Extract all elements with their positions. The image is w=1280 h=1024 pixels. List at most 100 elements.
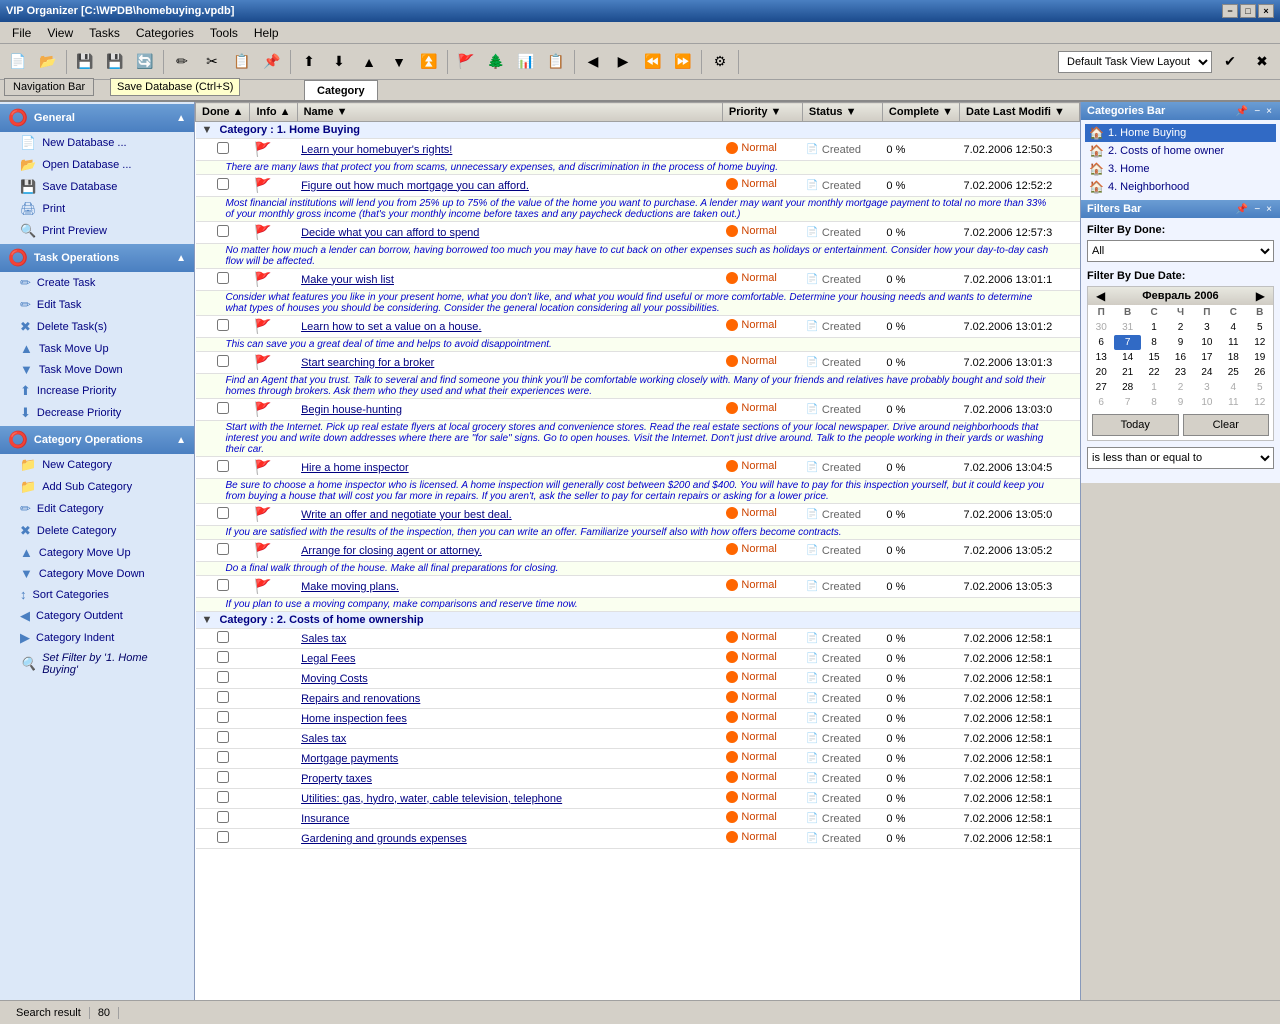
task-done-checkbox[interactable] <box>217 225 229 237</box>
cal-cell[interactable]: 30 <box>1088 320 1114 335</box>
task-row[interactable]: Sales tax Normal 📄 Created 0 % 7.02.2006… <box>196 729 1080 749</box>
sidebar-item-increase-priority[interactable]: ⬆ Increase Priority <box>0 380 194 402</box>
task-done-checkbox[interactable] <box>217 671 229 683</box>
tb-new[interactable]: 📄 <box>4 48 32 76</box>
task-name-link[interactable]: Decide what you can afford to spend <box>301 227 479 239</box>
task-done-checkbox[interactable] <box>217 691 229 703</box>
sidebar-section-cat-ops[interactable]: ⭕ Category Operations ▲ <box>0 426 194 454</box>
task-name-link[interactable]: Make your wish list <box>301 274 394 286</box>
task-row[interactable]: 🚩 Make your wish list Normal 📄 Created 0… <box>196 269 1080 291</box>
cal-cell[interactable]: 2 <box>1167 320 1193 335</box>
col-priority[interactable]: Priority ▼ <box>722 103 802 122</box>
cal-cell[interactable]: 19 <box>1247 350 1273 365</box>
menu-file[interactable]: File <box>4 24 39 42</box>
restore-button[interactable]: □ <box>1240 4 1256 18</box>
cal-cell[interactable]: 1 <box>1141 320 1167 335</box>
layout-select[interactable]: Default Task View Layout <box>1058 51 1212 73</box>
cal-cell[interactable]: 8 <box>1141 335 1167 350</box>
task-row[interactable]: Repairs and renovations Normal 📄 Created… <box>196 689 1080 709</box>
cal-cell-today[interactable]: 7 <box>1114 335 1140 350</box>
cal-cell[interactable]: 25 <box>1220 365 1246 380</box>
task-row[interactable]: Moving Costs Normal 📄 Created 0 % 7.02.2… <box>196 669 1080 689</box>
cal-cell[interactable]: 24 <box>1194 365 1220 380</box>
menu-tasks[interactable]: Tasks <box>81 24 128 42</box>
sidebar-item-delete-tasks[interactable]: ✖ Delete Task(s) <box>0 316 194 338</box>
menu-view[interactable]: View <box>39 24 81 42</box>
cal-cell[interactable]: 12 <box>1247 335 1273 350</box>
cal-cell[interactable]: 12 <box>1247 395 1273 410</box>
cal-cell[interactable]: 16 <box>1167 350 1193 365</box>
sidebar-item-sort-categories[interactable]: ↕ Sort Categories <box>0 584 194 605</box>
cal-cell[interactable]: 5 <box>1247 380 1273 395</box>
category-row-0[interactable]: ▼ Category : 1. Home Buying <box>196 122 1080 139</box>
task-done-checkbox[interactable] <box>217 731 229 743</box>
task-name-link[interactable]: Hire a home inspector <box>301 462 409 474</box>
task-row[interactable]: Property taxes Normal 📄 Created 0 % 7.02… <box>196 769 1080 789</box>
cat-item-4[interactable]: 🏠 4. Neighborhood <box>1085 178 1276 196</box>
cat-ops-toggle[interactable]: ▲ <box>176 435 186 446</box>
sidebar-item-category-indent[interactable]: ▶ Category Indent <box>0 627 194 649</box>
tb-paste[interactable]: 📌 <box>258 48 286 76</box>
cal-cell[interactable]: 10 <box>1194 335 1220 350</box>
task-name-link[interactable]: Learn how to set a value on a house. <box>301 321 481 333</box>
sidebar-item-task-move-up[interactable]: ▲ Task Move Up <box>0 338 194 359</box>
task-name-link[interactable]: Mortgage payments <box>301 753 398 765</box>
col-done[interactable]: Done ▲ <box>196 103 250 122</box>
tb-edit[interactable]: ✏ <box>168 48 196 76</box>
tb-layout-apply[interactable]: ✔ <box>1216 48 1244 76</box>
cal-cell[interactable]: 10 <box>1194 395 1220 410</box>
cal-cell[interactable]: 6 <box>1088 395 1114 410</box>
minimize-button[interactable]: − <box>1222 4 1238 18</box>
cal-cell[interactable]: 13 <box>1088 350 1114 365</box>
sidebar-item-save-database[interactable]: 💾 Save Database <box>0 176 194 198</box>
tb-left[interactable]: ◀ <box>579 48 607 76</box>
cal-cell[interactable]: 28 <box>1114 380 1140 395</box>
cat-bar-minimize[interactable]: − <box>1252 106 1262 117</box>
tb-up2[interactable]: ▲ <box>355 48 383 76</box>
tb-sync[interactable]: 🔄 <box>131 48 159 76</box>
cal-cell[interactable]: 14 <box>1114 350 1140 365</box>
task-row[interactable]: 🚩 Figure out how much mortgage you can a… <box>196 175 1080 197</box>
task-row[interactable]: 🚩 Write an offer and negotiate your best… <box>196 504 1080 526</box>
cal-cell[interactable]: 27 <box>1088 380 1114 395</box>
sidebar-item-open-database[interactable]: 📂 Open Database ... <box>0 154 194 176</box>
sidebar-item-add-sub-category[interactable]: 📁 Add Sub Category <box>0 476 194 498</box>
task-name-link[interactable]: Moving Costs <box>301 673 368 685</box>
cal-cell[interactable]: 7 <box>1114 395 1140 410</box>
cal-cell[interactable]: 15 <box>1141 350 1167 365</box>
col-name[interactable]: Name ▼ <box>297 103 722 122</box>
task-row[interactable]: 🚩 Begin house-hunting Normal 📄 Created 0… <box>196 399 1080 421</box>
task-row[interactable]: Home inspection fees Normal 📄 Created 0 … <box>196 709 1080 729</box>
cal-next[interactable]: ▶ <box>1252 289 1269 303</box>
filter-bar-close[interactable]: × <box>1264 204 1274 215</box>
cal-cell[interactable]: 17 <box>1194 350 1220 365</box>
task-row[interactable]: 🚩 Hire a home inspector Normal 📄 Created… <box>196 457 1080 479</box>
task-row[interactable]: Legal Fees Normal 📄 Created 0 % 7.02.200… <box>196 649 1080 669</box>
cal-today-btn[interactable]: Today <box>1092 414 1179 436</box>
cal-cell[interactable]: 11 <box>1220 395 1246 410</box>
sidebar-item-category-move-down[interactable]: ▼ Category Move Down <box>0 563 194 584</box>
col-complete[interactable]: Complete ▼ <box>882 103 959 122</box>
task-name-link[interactable]: Gardening and grounds expenses <box>301 833 467 845</box>
task-name-link[interactable]: Learn your homebuyer's rights! <box>301 144 452 156</box>
cal-prev[interactable]: ◀ <box>1092 289 1109 303</box>
cal-cell[interactable]: 3 <box>1194 380 1220 395</box>
task-row[interactable]: Utilities: gas, hydro, water, cable tele… <box>196 789 1080 809</box>
tb-right2[interactable]: ⏩ <box>669 48 697 76</box>
task-name-link[interactable]: Sales tax <box>301 633 346 645</box>
tb-open-arrow[interactable]: 📂 <box>34 48 62 76</box>
sidebar-item-print-preview[interactable]: 🔍 Print Preview <box>0 220 194 242</box>
sidebar-item-edit-task[interactable]: ✏ Edit Task <box>0 294 194 316</box>
cal-cell[interactable]: 6 <box>1088 335 1114 350</box>
tab-category[interactable]: Category <box>304 80 378 100</box>
task-done-checkbox[interactable] <box>217 791 229 803</box>
tb-save[interactable]: 💾 <box>71 48 99 76</box>
cal-cell[interactable]: 9 <box>1167 335 1193 350</box>
task-row[interactable]: Sales tax Normal 📄 Created 0 % 7.02.2006… <box>196 629 1080 649</box>
sidebar-section-general[interactable]: ⭕ General ▲ <box>0 104 194 132</box>
cal-clear-btn[interactable]: Clear <box>1183 414 1270 436</box>
tb-settings[interactable]: ⚙ <box>706 48 734 76</box>
tb-cut[interactable]: ✂ <box>198 48 226 76</box>
cal-cell[interactable]: 5 <box>1247 320 1273 335</box>
task-done-checkbox[interactable] <box>217 631 229 643</box>
